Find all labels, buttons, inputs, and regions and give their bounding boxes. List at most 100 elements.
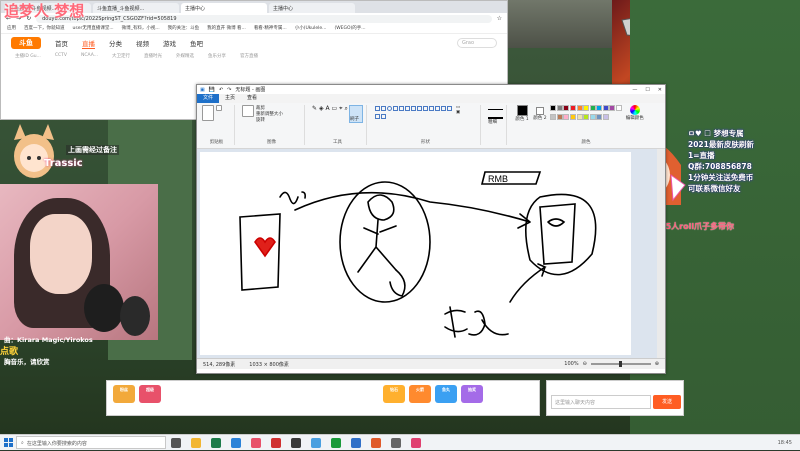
site-search-input[interactable]: Grao bbox=[457, 38, 497, 48]
color-picker-icon[interactable]: ⌖ bbox=[339, 105, 342, 112]
address-field[interactable]: douyu.com/topic/2022SpringST_CSGOZF?rid=… bbox=[36, 14, 492, 23]
file-explorer-icon[interactable] bbox=[191, 437, 201, 448]
palette-swatch[interactable] bbox=[583, 113, 590, 120]
bookmark-item[interactable]: 小小(Ukulele... bbox=[295, 25, 327, 32]
palette-swatch[interactable] bbox=[596, 113, 603, 120]
palette-swatch[interactable] bbox=[550, 105, 557, 112]
bookmark-item[interactable]: (WEGO)的手... bbox=[334, 25, 365, 32]
palette-swatch[interactable] bbox=[609, 105, 616, 112]
task-view-icon[interactable] bbox=[171, 437, 181, 448]
eraser-icon[interactable]: ▭ bbox=[332, 105, 338, 112]
shape-arrow[interactable] bbox=[434, 105, 440, 111]
wechat-icon[interactable] bbox=[331, 437, 341, 448]
zoom-slider[interactable] bbox=[590, 361, 651, 367]
palette-swatch[interactable] bbox=[563, 113, 570, 120]
app-icon[interactable] bbox=[251, 437, 261, 448]
shape-diamond[interactable] bbox=[416, 105, 422, 111]
browser-tab[interactable]: 主播中心 bbox=[269, 3, 355, 13]
subnav-item[interactable]: 主播ID Gu... bbox=[15, 53, 41, 61]
palette-swatch[interactable] bbox=[556, 113, 563, 120]
palette-swatch[interactable] bbox=[576, 113, 583, 120]
obs-icon[interactable] bbox=[291, 437, 301, 448]
douyu-taskbar-icon[interactable] bbox=[371, 437, 381, 448]
palette-swatch[interactable] bbox=[602, 105, 609, 112]
browser-tab[interactable]: 斗鱼直播_斗鱼视频... bbox=[93, 3, 179, 13]
chrome-icon[interactable] bbox=[211, 437, 221, 448]
star-icon[interactable]: ☆ bbox=[497, 15, 502, 22]
shape-callout[interactable] bbox=[446, 105, 452, 111]
shape-roundrect[interactable] bbox=[398, 105, 404, 111]
shape-triangle[interactable] bbox=[410, 105, 416, 111]
shape-lightning[interactable] bbox=[380, 113, 386, 119]
size-icon[interactable] bbox=[488, 109, 503, 119]
maximize-icon[interactable]: ☐ bbox=[645, 87, 649, 93]
brushes-button[interactable]: 刷子 bbox=[349, 105, 363, 123]
fill-icon[interactable]: ◈ bbox=[319, 105, 324, 112]
netease-icon[interactable] bbox=[271, 437, 281, 448]
subnav-item[interactable]: NCAA... bbox=[81, 53, 98, 61]
system-tray[interactable]: 18:45 bbox=[778, 440, 800, 446]
shape-line[interactable] bbox=[374, 105, 380, 111]
subnav-item[interactable]: 外媒精选 bbox=[176, 53, 194, 61]
menu-view[interactable]: 查看 bbox=[241, 94, 263, 103]
palette-swatch[interactable] bbox=[589, 105, 596, 112]
shape-rect[interactable] bbox=[392, 105, 398, 111]
subnav-item[interactable]: CCTV bbox=[55, 53, 67, 61]
qq-icon[interactable] bbox=[311, 437, 321, 448]
nav-live[interactable]: 直播 bbox=[82, 38, 95, 49]
palette-swatch[interactable] bbox=[596, 105, 603, 112]
douyu-logo[interactable]: 斗鱼 bbox=[11, 37, 41, 49]
browser-tab[interactable]: 主播中心 bbox=[181, 3, 267, 13]
gift-item[interactable]: 火箭 bbox=[409, 385, 431, 403]
nav-home[interactable]: 首页 bbox=[55, 38, 68, 48]
gift-item[interactable]: 钻石 bbox=[383, 385, 405, 403]
undo-icon[interactable]: ↶ bbox=[219, 87, 223, 93]
edge-icon[interactable] bbox=[231, 437, 241, 448]
text-icon[interactable]: A bbox=[326, 105, 330, 112]
color1-button[interactable]: 颜色 1 bbox=[514, 105, 530, 122]
fill-shape-button[interactable]: ▣ bbox=[456, 110, 460, 115]
bookmark-item[interactable]: 百度一下，你就知道 bbox=[24, 25, 65, 32]
shape-polygon[interactable] bbox=[404, 105, 410, 111]
taskbar-search[interactable]: ⌕ 在这里输入你要搜索的内容 bbox=[16, 436, 166, 449]
gift-item[interactable]: 抽奖 bbox=[461, 385, 483, 403]
palette-swatch[interactable] bbox=[569, 113, 576, 120]
zoom-out-icon[interactable]: ⊖ bbox=[583, 361, 587, 367]
minimize-icon[interactable]: — bbox=[632, 87, 637, 93]
music-icon[interactable] bbox=[411, 437, 421, 448]
palette-swatch[interactable] bbox=[550, 113, 557, 120]
steam-icon[interactable] bbox=[391, 437, 401, 448]
rotate-button[interactable]: 旋转 bbox=[256, 117, 283, 123]
select-icon[interactable] bbox=[242, 105, 254, 117]
subnav-item[interactable]: 官方直播 bbox=[240, 53, 258, 61]
bookmark-item[interactable]: 我的直开 微博 看... bbox=[207, 25, 246, 32]
paste-icon[interactable] bbox=[202, 105, 214, 121]
danmu-input[interactable]: 这里输入聊天内容 bbox=[551, 395, 651, 409]
shape-hexagon[interactable] bbox=[428, 105, 434, 111]
bookmark-item[interactable]: 微博_有料，小视... bbox=[122, 25, 160, 32]
nav-category[interactable]: 分类 bbox=[109, 38, 122, 48]
nav-game[interactable]: 游戏 bbox=[163, 38, 176, 48]
gift-item[interactable]: 鱼丸 bbox=[435, 385, 457, 403]
palette-swatch[interactable] bbox=[569, 105, 576, 112]
palette-swatch[interactable] bbox=[616, 105, 623, 112]
bookmark-item[interactable]: 看看-精神专属... bbox=[254, 25, 287, 32]
subnav-item[interactable]: 直播时光 bbox=[144, 53, 162, 61]
save-icon[interactable]: 💾 bbox=[209, 87, 215, 93]
redo-icon[interactable]: ↷ bbox=[227, 87, 231, 93]
magnifier-icon[interactable]: ⌕ bbox=[344, 105, 347, 112]
pencil-icon[interactable]: ✎ bbox=[312, 105, 317, 112]
vertical-scrollbar[interactable] bbox=[657, 149, 665, 358]
gift-item[interactable]: 超级 bbox=[139, 385, 161, 403]
zoom-thumb[interactable] bbox=[618, 361, 622, 367]
shapes-gallery[interactable] bbox=[374, 105, 454, 121]
bookmark-item[interactable]: 我的关注：斗鱼 bbox=[168, 25, 200, 32]
shape-heart[interactable] bbox=[374, 113, 380, 119]
send-button[interactable]: 发送 bbox=[653, 395, 681, 409]
nav-fishbar[interactable]: 鱼吧 bbox=[190, 38, 203, 48]
nav-video[interactable]: 视频 bbox=[136, 38, 149, 48]
bookmark-item[interactable]: user无用直播课堂... bbox=[73, 25, 114, 32]
palette-swatch[interactable] bbox=[589, 113, 596, 120]
start-button[interactable] bbox=[0, 435, 16, 451]
palette-swatch[interactable] bbox=[576, 105, 583, 112]
